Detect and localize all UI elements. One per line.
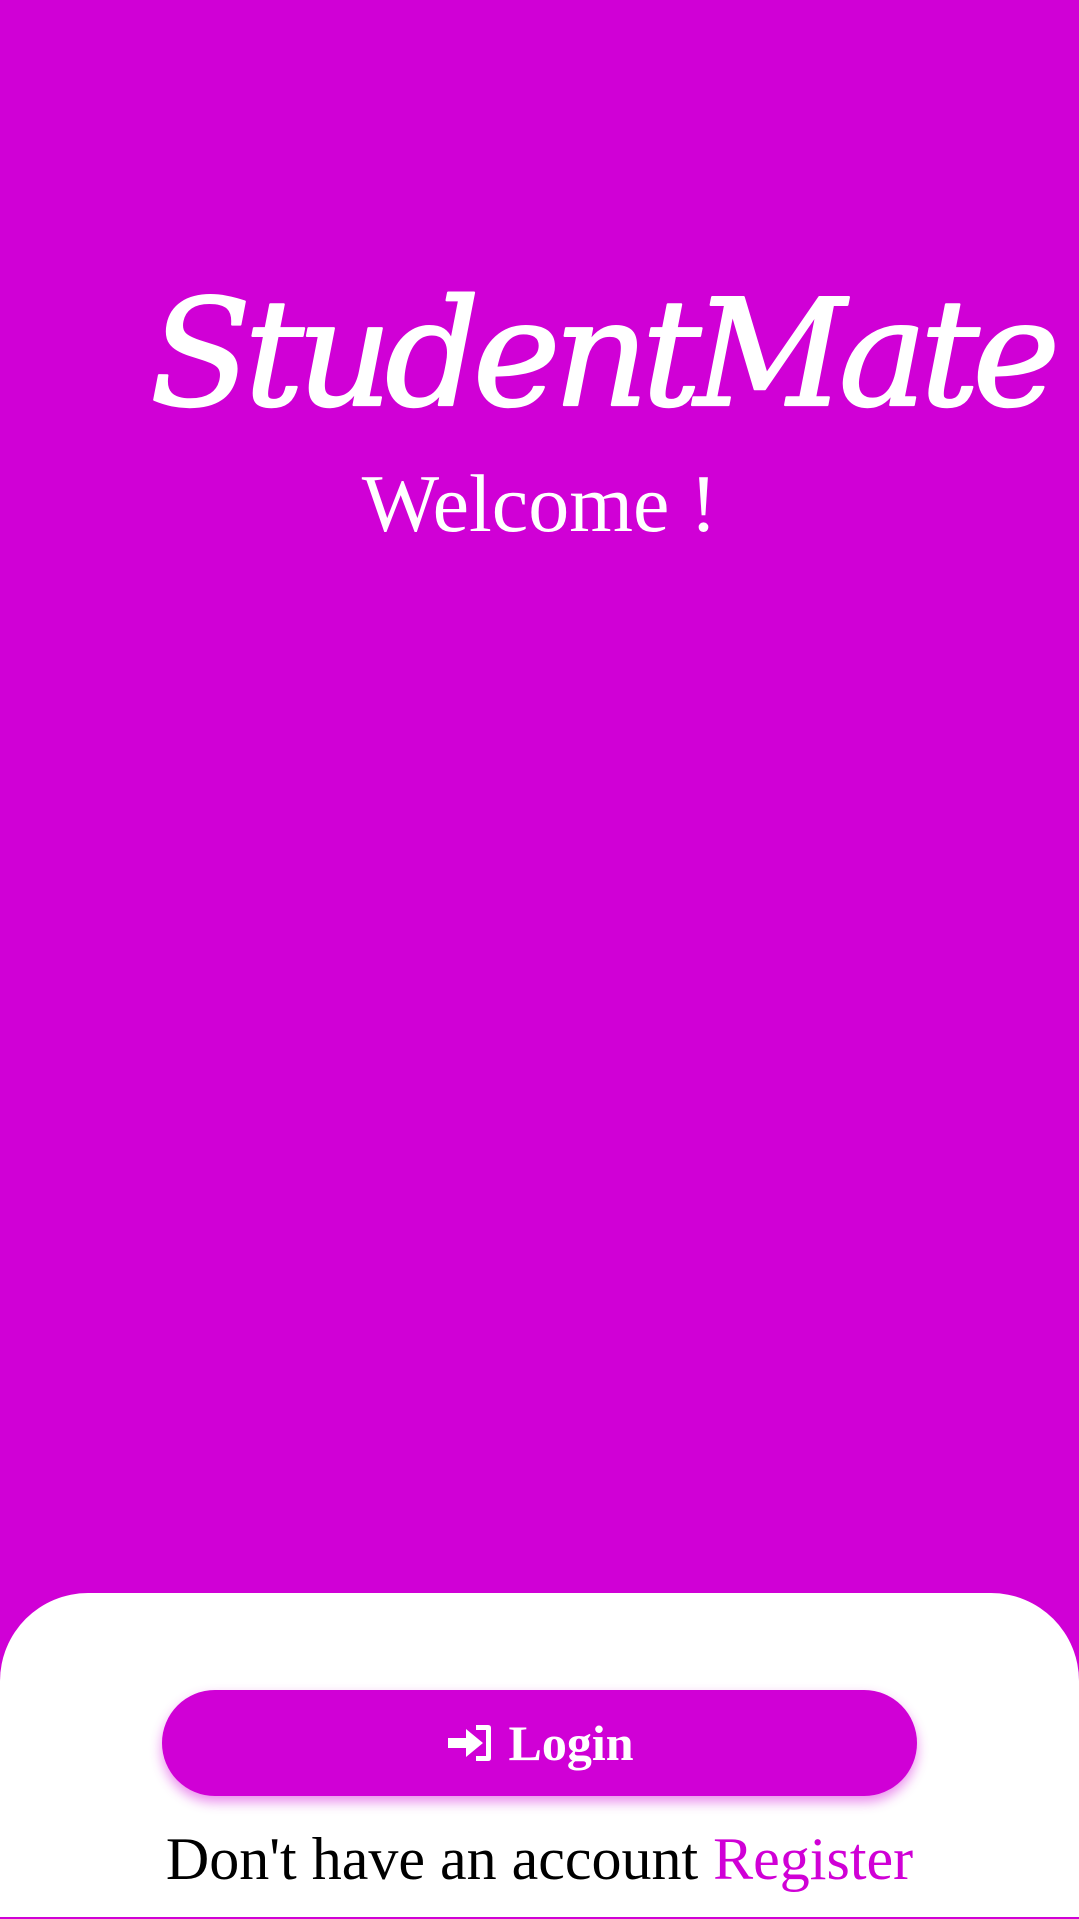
register-link[interactable]: Register xyxy=(713,1826,913,1892)
register-prompt-row: Don't have an account Register xyxy=(0,1824,1079,1894)
studentmate-logo-text: StudentMate xyxy=(150,268,1054,440)
welcome-heading: Welcome ! xyxy=(361,458,718,549)
login-label: Login xyxy=(508,1715,634,1771)
auth-bottom-sheet: Login Don't have an account Register xyxy=(0,1593,1079,1919)
sign-in-icon xyxy=(445,1721,493,1765)
studentmate-logo-svg: StudentMate xyxy=(149,267,1062,441)
login-button[interactable]: Login xyxy=(162,1690,917,1796)
register-prompt-text: Don't have an account xyxy=(165,1826,714,1892)
studentmate-logo: StudentMate xyxy=(149,260,1062,450)
app-screen: StudentMate Welcome ! Login Don't have a… xyxy=(0,0,1079,1919)
